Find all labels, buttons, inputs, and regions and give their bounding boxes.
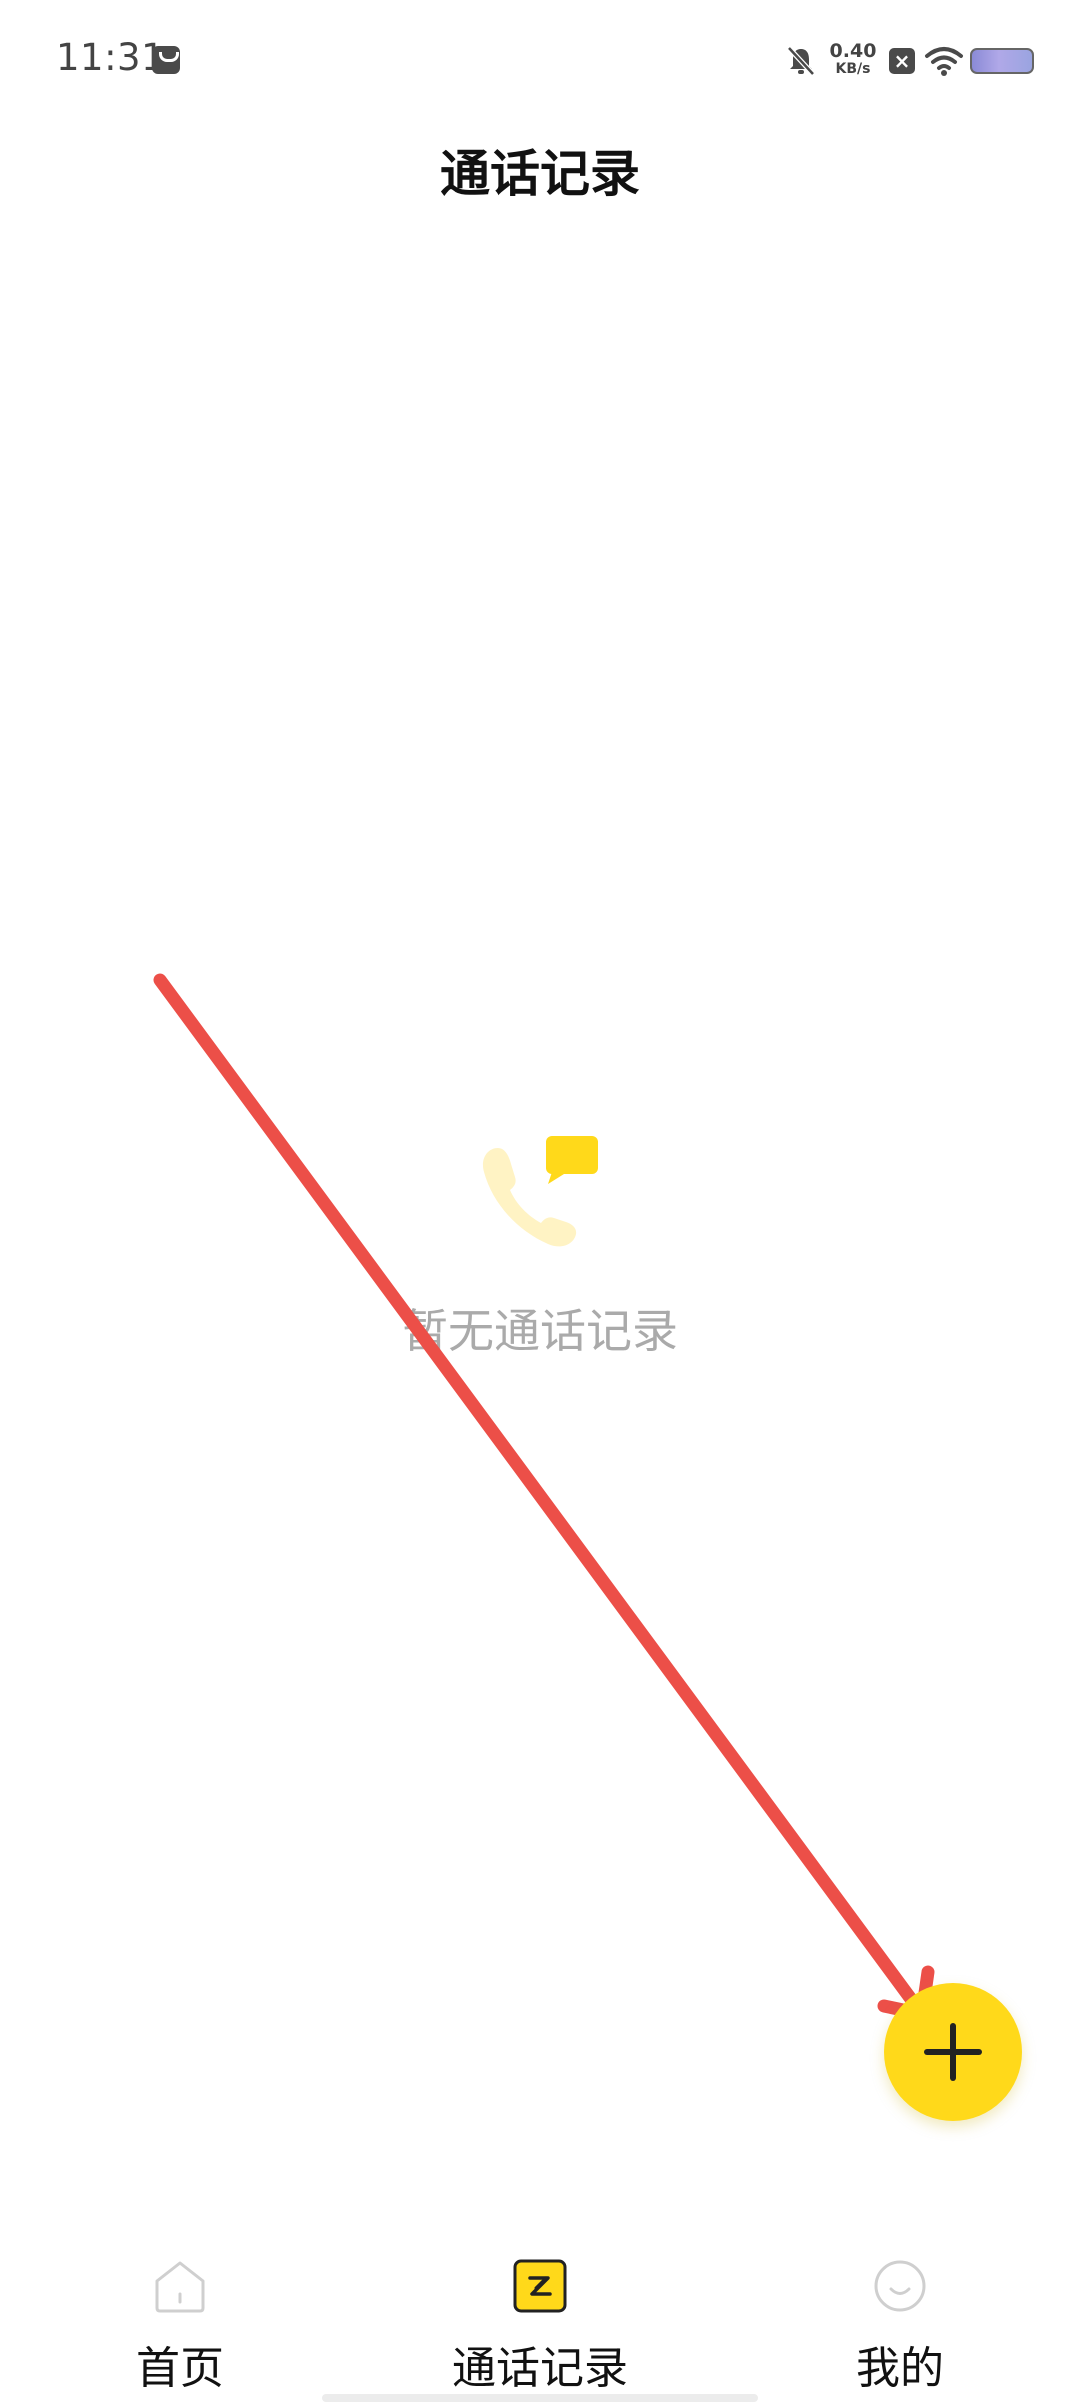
status-time: 11:31: [56, 36, 166, 79]
network-speed-unit: KB/s: [835, 61, 871, 77]
page-title: 通话记录: [440, 145, 640, 203]
status-bar: 11:31 0.40 KB/s ×: [0, 0, 1080, 126]
empty-state-message: 暂无通话记录: [402, 1304, 678, 1358]
network-speed-value: 0.40: [829, 40, 877, 62]
sim-off-icon: ×: [889, 48, 915, 74]
nav-label-call-log: 通话记录: [452, 2343, 628, 2394]
bell-off-icon: [787, 46, 815, 76]
nav-label-mine: 我的: [856, 2343, 944, 2394]
nav-item-call-log[interactable]: 通话记录: [360, 2240, 720, 2408]
nav-label-home: 首页: [136, 2343, 224, 2394]
wifi-icon: [925, 47, 963, 76]
plus-icon: [924, 2023, 982, 2081]
phone-chat-icon: [482, 1136, 598, 1247]
battery-icon: [970, 48, 1034, 74]
home-icon: [155, 2261, 205, 2313]
nav-item-mine[interactable]: 我的: [720, 2240, 1080, 2408]
home-indicator[interactable]: [322, 2394, 758, 2402]
smiley-icon: [874, 2260, 926, 2312]
empty-state: 暂无通话记录: [0, 1120, 1080, 1380]
nav-item-home[interactable]: 首页: [0, 2240, 360, 2408]
shopping-bag-icon: [152, 46, 180, 74]
call-log-icon: [513, 2259, 567, 2313]
add-button[interactable]: [884, 1983, 1022, 2121]
bottom-nav: 首页 通话记录 我的: [0, 2240, 1080, 2408]
network-speed: 0.40 KB/s: [827, 42, 879, 78]
